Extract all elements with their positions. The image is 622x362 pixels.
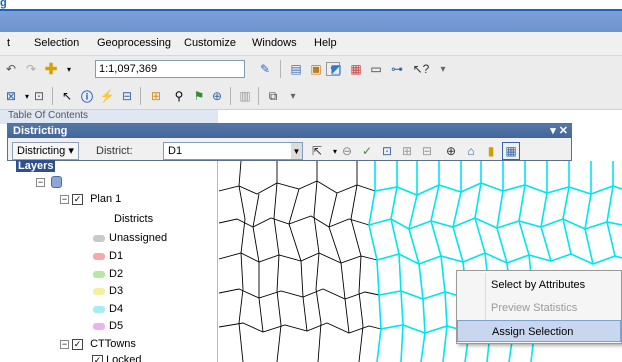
menu-item-select-by-attributes[interactable]: Select by Attributes [457, 274, 621, 296]
create-viewer-icon[interactable]: ⧉ [264, 87, 282, 105]
layer-checkbox[interactable]: ✓ [72, 338, 83, 350]
arctoolbox-icon[interactable]: ▦ [347, 60, 365, 78]
district-label: District: [96, 145, 133, 157]
context-menu: Select by Attributes Preview Statistics … [456, 270, 622, 344]
group-layer-row: − [36, 176, 63, 189]
lock-icon[interactable]: ⊖ [338, 142, 356, 160]
legend-item: Unassigned [93, 232, 167, 244]
legend-swatch [93, 287, 105, 295]
legend-item: D4 [93, 303, 123, 315]
toolbar-separator [140, 87, 141, 105]
assign-icon[interactable]: ✓ [358, 142, 376, 160]
find-icon[interactable]: ⚲ [170, 87, 188, 105]
select-towns-icon[interactable]: ⇱ [308, 142, 326, 160]
merge-icon[interactable]: ⊞ [398, 142, 416, 160]
menu-item-assign-selection[interactable]: Assign Selection [457, 320, 621, 342]
go-to-xy-icon[interactable]: ⊕ [208, 87, 226, 105]
menu-bar: t Selection Geoprocessing Customize Wind… [0, 32, 622, 56]
legend-swatch [93, 270, 105, 278]
find-route-icon[interactable]: ⚑ [190, 87, 208, 105]
layers-root[interactable]: Layers [16, 160, 56, 172]
report-icon[interactable]: ⌂ [462, 142, 480, 160]
tools-toolbar: ⊠ ▾ ⊡ ↖ ⓘ ⚡ ⊟ ⊞ ⚲ ⚑ ⊕ ▥ ⧉ ▾ [0, 82, 622, 110]
legend-item: D3 [93, 285, 123, 297]
toc-title: Table Of Contents [0, 110, 218, 124]
districts-header: Districts [114, 213, 154, 225]
toolbar-options-icon[interactable]: ▾ [434, 60, 452, 78]
validate-icon[interactable]: ⊕ [442, 142, 460, 160]
split-icon[interactable]: ⊟ [418, 142, 436, 160]
legend-item: D2 [93, 268, 123, 280]
search-window-icon[interactable]: ◩ [327, 60, 345, 78]
menu-item-customize[interactable]: Customize [184, 37, 236, 49]
measure-icon[interactable]: ⊞ [147, 87, 165, 105]
select-elements-icon[interactable]: ↖ [58, 87, 76, 105]
locked-row: ✓ Locked [92, 354, 142, 362]
editor-icon[interactable]: ✎ [256, 60, 274, 78]
plan-layer-row[interactable]: − ✓ Plan 1 [60, 193, 121, 205]
identify-icon[interactable]: ⓘ [78, 87, 96, 105]
banner-text: g [0, 0, 7, 9]
modelbuilder-icon[interactable]: ⊶ [388, 60, 406, 78]
districting-toolbar-title: Districting [8, 124, 571, 138]
towns-layer-row[interactable]: − ✓ CTTowns [60, 338, 136, 350]
undo-icon[interactable]: ↶ [2, 60, 20, 78]
toolbar-options-icon[interactable]: ▾ [284, 87, 302, 105]
map-scale-input[interactable]: 1:1,097,369 ▼ [95, 60, 340, 78]
legend-swatch [93, 234, 105, 242]
zoom-to-selection-icon[interactable]: ⊡ [378, 142, 396, 160]
toolbar-separator [230, 87, 231, 105]
menu-item-preview-statistics[interactable]: Preview Statistics [457, 297, 621, 319]
locked-label: Locked [106, 354, 142, 362]
legend-swatch [93, 322, 105, 330]
catalog-icon[interactable]: ▣ [307, 60, 325, 78]
expander-icon[interactable]: − [60, 194, 69, 204]
legend-item: D5 [93, 320, 123, 332]
legend-swatch [93, 305, 105, 313]
data-table-icon[interactable]: ▦ [502, 142, 520, 160]
menu-item-windows[interactable]: Windows [252, 37, 297, 49]
add-data-icon[interactable]: ✚ [42, 60, 60, 78]
clear-selection-icon[interactable]: ⊡ [30, 87, 48, 105]
database-icon [51, 176, 63, 189]
plan-layer-label: Plan 1 [90, 193, 122, 205]
toolbar-separator [258, 87, 259, 105]
whats-this-icon[interactable]: ↖? [412, 60, 430, 78]
add-data-dropdown-icon[interactable]: ▾ [60, 60, 78, 78]
table-icon[interactable]: ▤ [287, 60, 305, 78]
html-popup-icon[interactable]: ⊟ [118, 87, 136, 105]
district-dropdown-icon[interactable]: ▼ [291, 143, 302, 159]
toolbar-separator [52, 87, 53, 105]
hyperlink-icon[interactable]: ⚡ [98, 87, 116, 105]
menu-item-geoprocessing[interactable]: Geoprocessing [97, 37, 171, 49]
statistics-icon[interactable]: ▮ [482, 142, 500, 160]
towns-layer-label: CTTowns [90, 338, 136, 350]
locked-checkbox[interactable]: ✓ [92, 354, 103, 362]
close-icon[interactable]: ▾ ✕ [550, 124, 568, 138]
toolbar-separator [280, 60, 281, 78]
standard-toolbar: ↶ ↷ ✚ ▾ 1:1,097,369 ▼ ✎ ▤ ▣ ◩ ▦ ▭ ⊶ ↖? ▾ [0, 56, 622, 82]
menu-item-help[interactable]: Help [314, 37, 337, 49]
python-window-icon[interactable]: ▭ [367, 60, 385, 78]
districting-toolbar: Districting ▾ ✕ Districting ▾ District: … [7, 123, 572, 161]
map-scale-value: 1:1,097,369 [99, 63, 158, 75]
redo-icon[interactable]: ↷ [22, 60, 40, 78]
menu-item-tools[interactable]: t [7, 37, 10, 49]
expander-icon[interactable]: − [60, 339, 69, 349]
time-slider-icon[interactable]: ▥ [236, 87, 254, 105]
window-title-bar [0, 11, 622, 32]
expander-icon[interactable]: − [36, 177, 45, 187]
layer-checkbox[interactable]: ✓ [72, 193, 83, 205]
legend-swatch [93, 252, 105, 260]
districting-menu-button[interactable]: Districting ▾ [12, 142, 79, 160]
legend-item: D1 [93, 250, 123, 262]
menu-item-selection[interactable]: Selection [34, 37, 79, 49]
district-select[interactable]: D1 [163, 142, 303, 160]
